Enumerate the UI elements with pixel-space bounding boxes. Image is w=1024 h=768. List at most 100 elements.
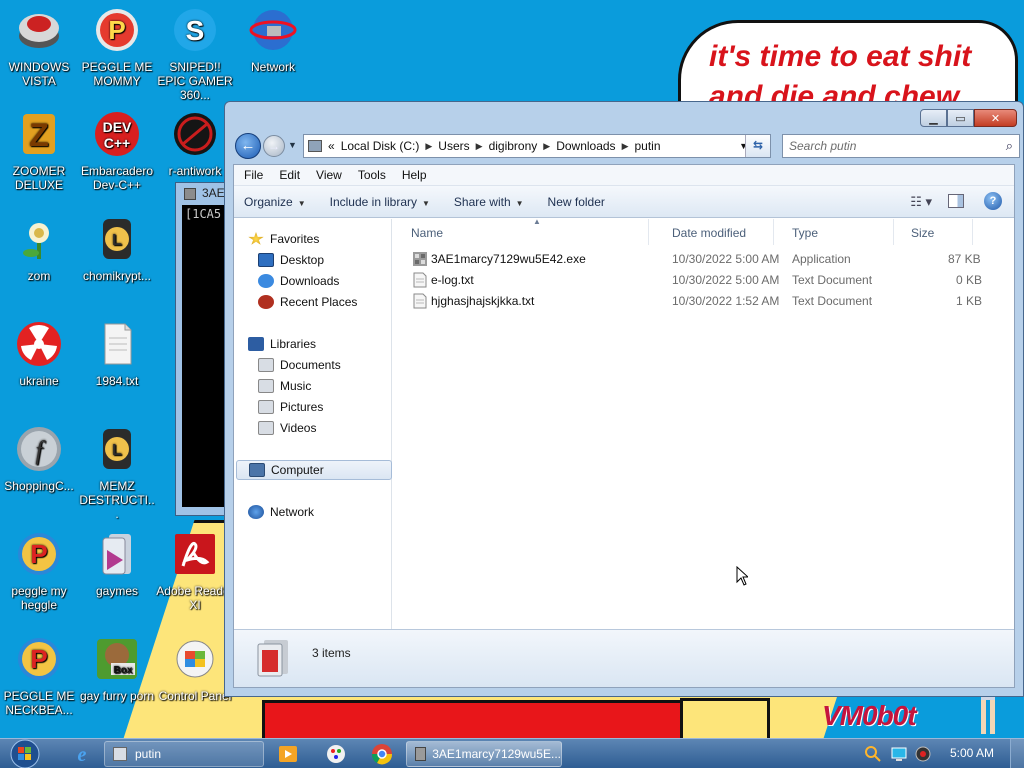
include-in-library-button[interactable]: Include in library ▼ [330, 195, 430, 209]
file-row[interactable]: 3AE1marcy7129wu5E42.exe 10/30/2022 5:00 … [393, 249, 1014, 270]
clock[interactable]: 5:00 AM [950, 746, 994, 760]
breadcrumb-separator-icon[interactable]: ▶ [476, 141, 483, 152]
minimize-button[interactable]: ▁ [920, 109, 947, 127]
desktop-icon-label: gay furry porn [79, 689, 155, 703]
svg-text:L: L [112, 232, 122, 249]
share-with-button[interactable]: Share with ▼ [454, 195, 524, 209]
nav-pictures[interactable]: Pictures [258, 397, 414, 417]
search-icon[interactable]: ⌕ [1006, 138, 1013, 154]
nav-videos[interactable]: Videos [258, 418, 414, 438]
search-tray-icon[interactable] [864, 745, 882, 763]
file-row[interactable]: hjghasjhajskjkka.txt 10/30/2022 1:52 AM … [393, 291, 1014, 312]
desktop-icon-zoomer-deluxe[interactable]: Z ZOOMER DELUXE [0, 110, 78, 192]
desktop-icon-dev-cpp[interactable]: DEV C++ Embarcadero Dev-C++ [78, 110, 156, 192]
svg-text:C++: C++ [104, 135, 130, 151]
nav-libraries[interactable]: Libraries [248, 334, 404, 354]
breadcrumb-separator-icon[interactable]: ▶ [425, 141, 432, 152]
desktop-icon-peggle-me-neckbea[interactable]: P PEGGLE ME NECKBEA... [0, 635, 78, 717]
back-button[interactable]: ← [235, 133, 261, 159]
recent-pages-dropdown[interactable]: ▼ [288, 140, 297, 150]
nav-desktop[interactable]: Desktop [258, 250, 414, 270]
refresh-button[interactable]: ⇆ [745, 135, 770, 157]
nav-music[interactable]: Music [258, 376, 414, 396]
close-button[interactable]: ✕ [974, 109, 1017, 127]
breadcrumb-overflow[interactable]: « [328, 139, 335, 153]
show-desktop-button[interactable] [1010, 739, 1024, 768]
menu-edit[interactable]: Edit [271, 168, 308, 182]
nav-downloads[interactable]: Downloads [258, 271, 414, 291]
maximize-button[interactable]: ▭ [947, 109, 974, 127]
change-view-button[interactable]: ☷ ▾ [910, 194, 932, 210]
maximize-icon: ▭ [955, 112, 966, 125]
search-input[interactable]: Search putin ⌕ [782, 134, 1020, 158]
desktop-icon-adobe-reader[interactable]: Adobe Reader XI [156, 530, 234, 612]
nav-computer[interactable]: Computer [236, 460, 392, 480]
nav-documents[interactable]: Documents [258, 355, 414, 375]
file-list[interactable]: ▲ Name Date modified Type Size 3AE1marcy… [393, 217, 1014, 629]
taskbar-app-button[interactable]: 3AE1marcy7129wu5E... [406, 741, 562, 767]
computer-icon [249, 463, 265, 477]
svg-text:P: P [30, 539, 47, 569]
breadcrumb-putin[interactable]: putin [634, 139, 660, 153]
desktop-icon-shoppingc[interactable]: f ShoppingC... [0, 425, 78, 493]
desktop-icon-gaymes[interactable]: gaymes [78, 530, 156, 598]
desktop-icon-gay-furry-porn[interactable]: Box gay furry porn [78, 635, 156, 703]
breadcrumb-separator-icon[interactable]: ▶ [622, 141, 629, 152]
recent-places-icon [258, 295, 274, 309]
desktop-icon-memz[interactable]: L MEMZ DESTRUCTI... [78, 425, 156, 521]
chrome-icon[interactable] [370, 742, 394, 766]
nav-network[interactable]: Network [248, 502, 404, 522]
include-in-library-label: Include in library [329, 194, 417, 209]
breadcrumb-digibrony[interactable]: digibrony [489, 139, 538, 153]
media-player-icon[interactable] [276, 742, 300, 766]
desktop-icon-ukraine[interactable]: ukraine [0, 320, 78, 388]
breadcrumb-downloads[interactable]: Downloads [556, 139, 615, 153]
desktop-icon-1984-txt[interactable]: 1984.txt [78, 320, 156, 388]
address-bar[interactable]: « Local Disk (C:) ▶ Users ▶ digibrony ▶ … [303, 134, 771, 158]
column-header-size[interactable]: Size [893, 219, 973, 245]
desktop-icon-peggle-my-heggle[interactable]: P peggle my heggle [0, 530, 78, 612]
volume-tray-icon[interactable] [914, 745, 932, 763]
column-header-type[interactable]: Type [774, 219, 894, 245]
desktop-icon-windows-vista[interactable]: WINDOWS VISTA [0, 6, 78, 88]
breadcrumb-local-disk[interactable]: Local Disk (C:) [341, 139, 420, 153]
videos-icon [258, 421, 274, 435]
preview-pane-button[interactable] [948, 194, 964, 208]
new-folder-button[interactable]: New folder [548, 195, 605, 209]
paint-icon[interactable] [324, 742, 348, 766]
internet-explorer-icon[interactable]: e [70, 742, 94, 766]
nav-favorites[interactable]: Favorites [248, 229, 404, 249]
pictures-icon [258, 400, 274, 414]
organize-button[interactable]: Organize ▼ [244, 195, 306, 209]
menu-tools[interactable]: Tools [350, 168, 394, 182]
network-icon [248, 505, 264, 519]
exe-icon [415, 747, 427, 761]
taskbar-explorer-button[interactable]: putin [104, 741, 264, 767]
network-tray-icon[interactable] [890, 745, 908, 763]
start-button[interactable] [6, 739, 44, 768]
menu-help[interactable]: Help [394, 168, 435, 182]
desktop-icon-sniped[interactable]: S SNIPED!! EPIC GAMER 360... [156, 6, 234, 102]
desktop-icon-peggle-me-mommy[interactable]: P PEGGLE ME MOMMY [78, 6, 156, 88]
menu-file[interactable]: File [236, 168, 271, 182]
column-header-name[interactable]: ▲ Name [393, 217, 649, 245]
forward-button[interactable]: → [263, 135, 285, 157]
desktop-icon-chomikrypt[interactable]: L chomikrypt... [78, 215, 156, 283]
downloads-icon [258, 274, 274, 288]
desktop-icon-zom[interactable]: zom [0, 215, 78, 283]
peggle-icon: P [18, 638, 60, 680]
desktop-icon-label: PEGGLE ME NECKBEA... [3, 689, 75, 717]
breadcrumb-separator-icon[interactable]: ▶ [543, 141, 550, 152]
file-row[interactable]: e-log.txt 10/30/2022 5:00 AM Text Docume… [393, 270, 1014, 291]
nav-recent-places[interactable]: Recent Places [258, 292, 414, 312]
navigation-pane[interactable]: Favorites Desktop Downloads Recent Place… [234, 219, 392, 629]
help-button[interactable]: ? [984, 192, 1002, 210]
explorer-window[interactable]: ▁ ▭ ✕ ← → ▼ « Local Disk (C:) ▶ Users ▶ … [224, 101, 1024, 697]
desktop-icon-control-panel[interactable]: Control Panel [156, 635, 234, 703]
column-header-date[interactable]: Date modified [654, 219, 774, 245]
menu-view[interactable]: View [308, 168, 350, 182]
desktop-icon-network[interactable]: Network [234, 6, 312, 74]
wallpaper-yellow-shape [680, 698, 770, 740]
breadcrumb-users[interactable]: Users [438, 139, 469, 153]
desktop-icon-r-antiwork[interactable]: r-antiwork [156, 110, 234, 178]
